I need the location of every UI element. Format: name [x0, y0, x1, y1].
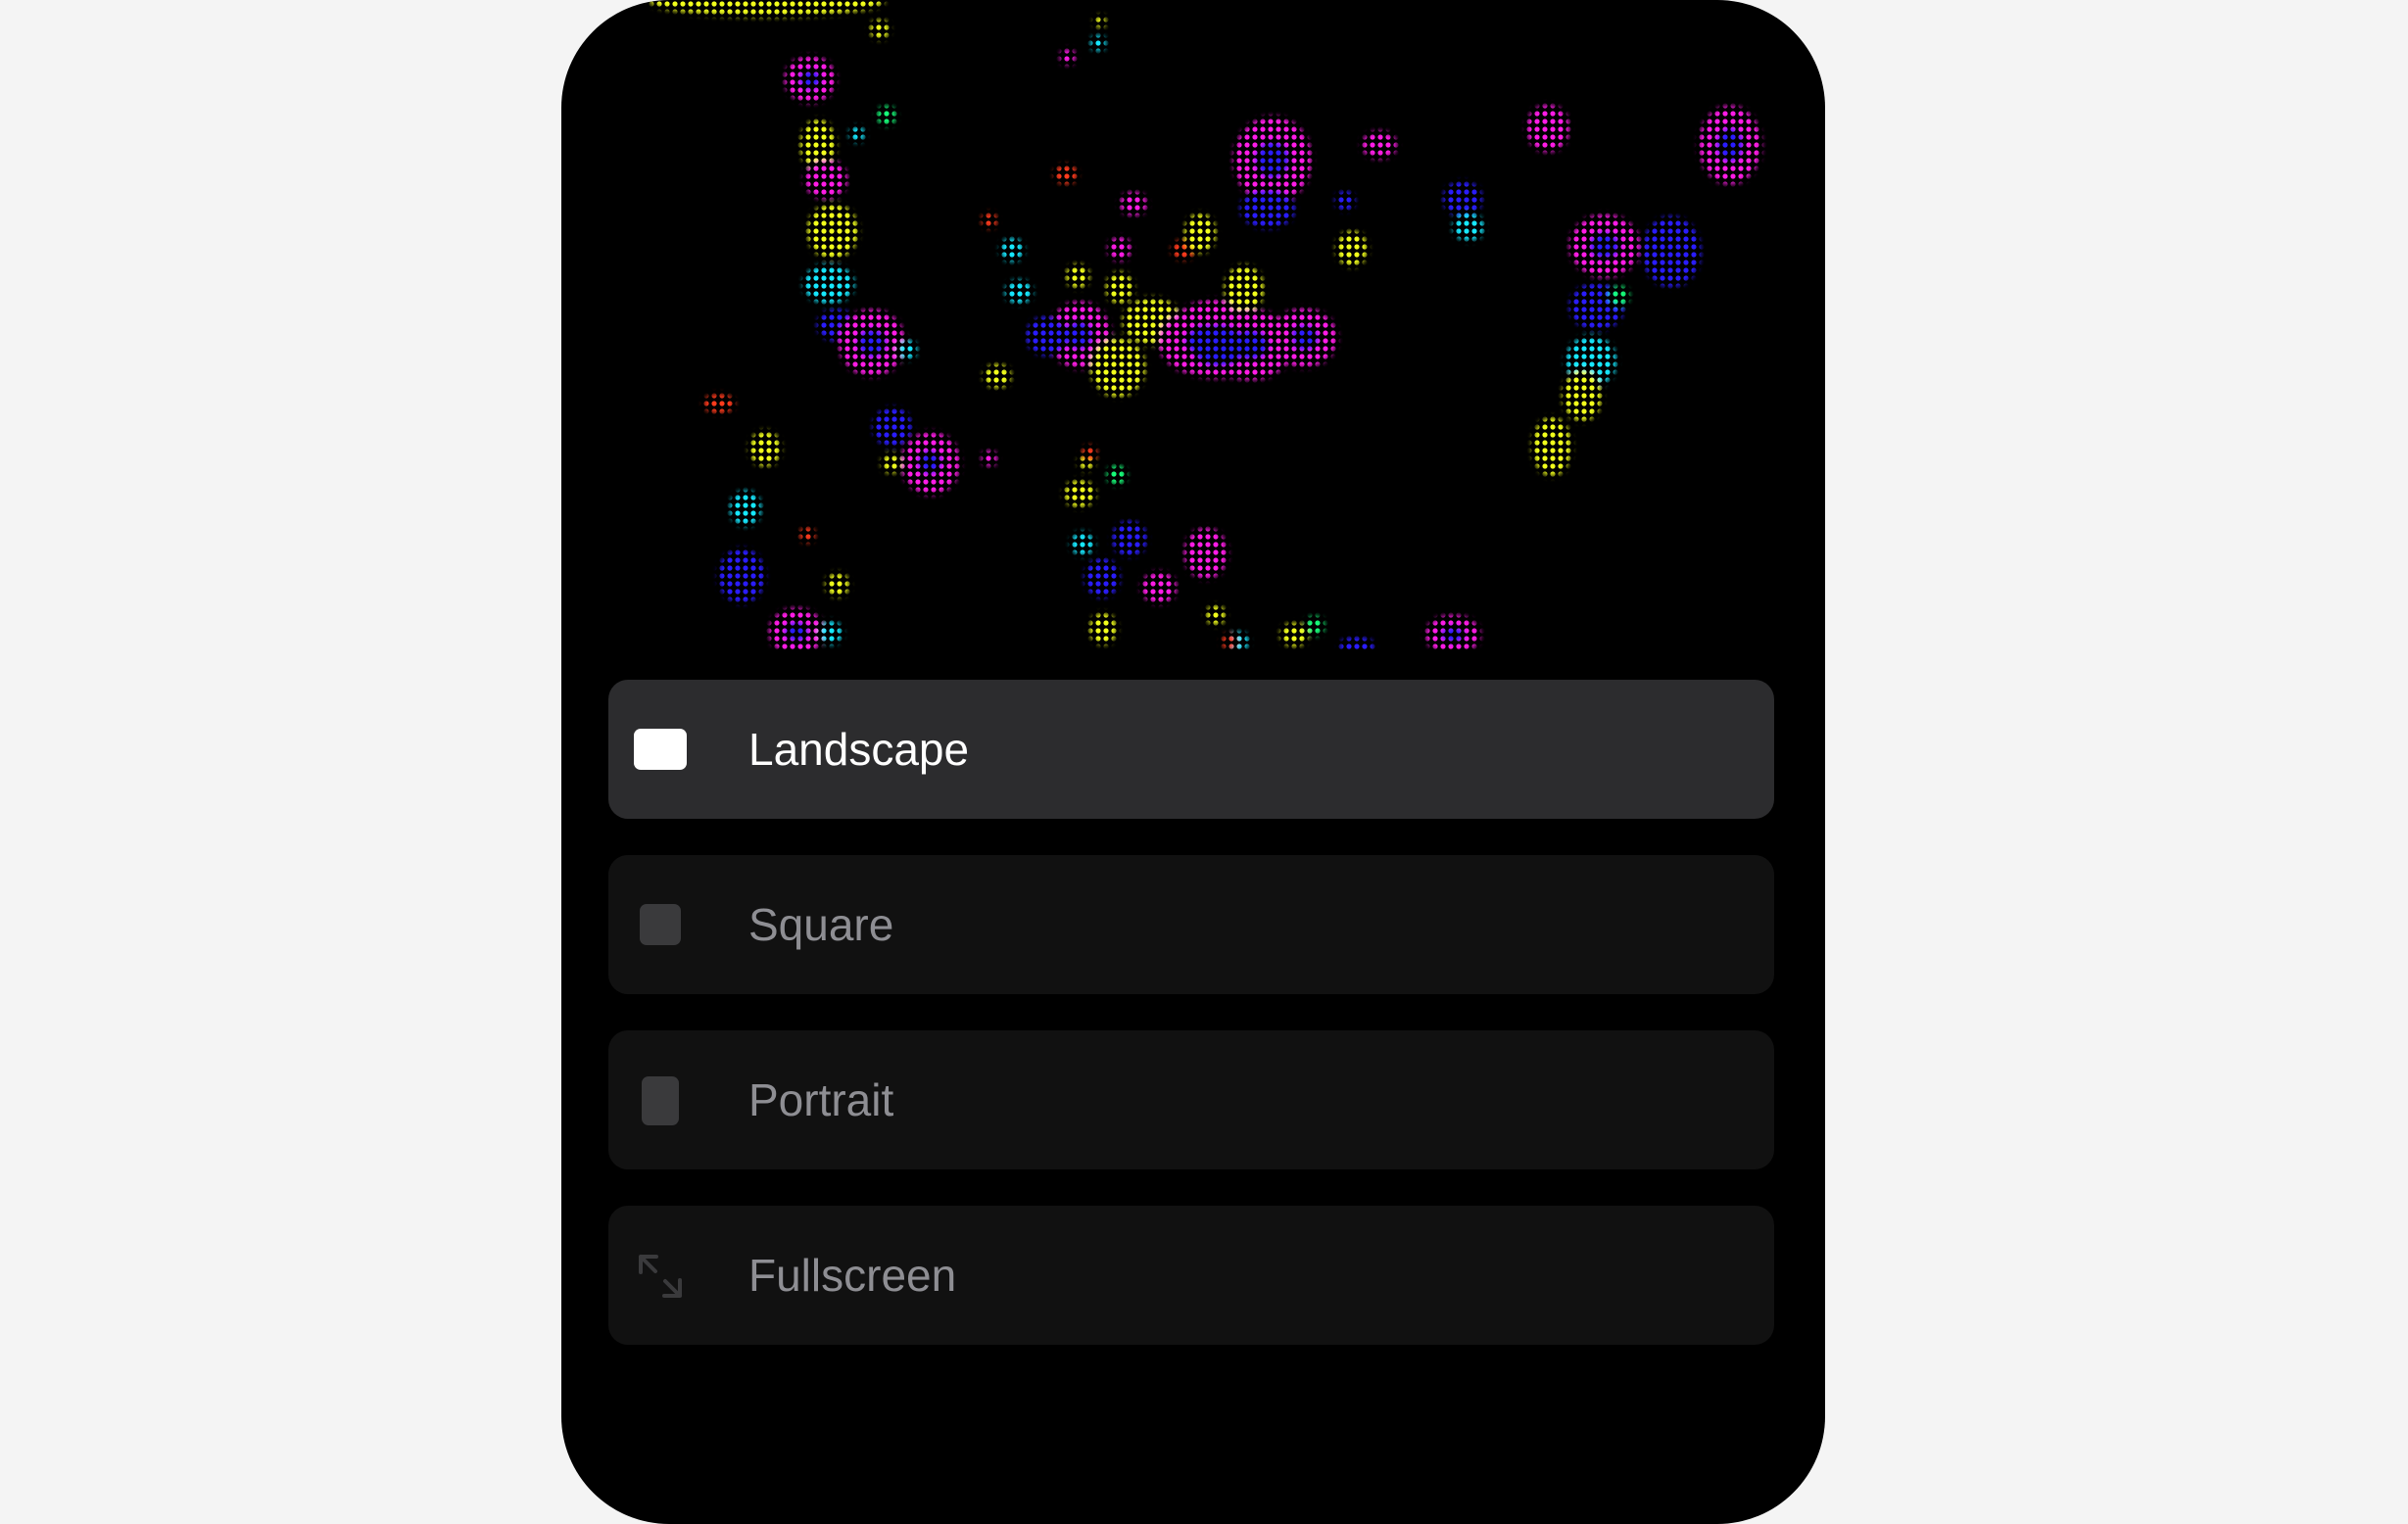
art-blob — [650, 0, 885, 17]
option-label: Portrait — [748, 1074, 894, 1125]
art-blob — [803, 264, 854, 304]
art-blob — [984, 364, 1011, 388]
option-square[interactable]: Square — [608, 855, 1774, 994]
art-blob — [807, 204, 858, 259]
generative-art-canvas — [650, 0, 1761, 650]
art-blob — [1000, 238, 1024, 262]
option-label: Square — [748, 899, 894, 950]
art-blob — [718, 548, 765, 603]
art-blob — [1453, 214, 1484, 241]
art-blob — [1082, 446, 1097, 461]
art-blob — [1191, 324, 1246, 367]
art-preview — [561, 0, 1825, 650]
art-blob — [1060, 49, 1076, 65]
art-blob — [870, 20, 890, 39]
art-blob — [1071, 532, 1094, 555]
art-blob — [982, 451, 997, 466]
art-blob — [897, 340, 917, 359]
art-blob — [873, 407, 912, 447]
option-fullscreen[interactable]: Fullscreen — [608, 1206, 1774, 1345]
fullscreen-icon — [639, 1255, 682, 1298]
art-blob — [703, 394, 735, 413]
art-blob — [1206, 605, 1226, 625]
art-blob — [1225, 265, 1264, 312]
art-blob — [1610, 286, 1629, 306]
art-blob — [849, 126, 865, 142]
art-blob — [1112, 521, 1147, 556]
art-blob — [1090, 338, 1145, 397]
art-blob — [1094, 16, 1106, 27]
art-blob-core — [1588, 231, 1621, 261]
art-blob — [1222, 634, 1237, 649]
art-blob — [1064, 480, 1095, 507]
device-frame: Landscape Square Portrait Fullscreen — [561, 0, 1825, 1524]
art-blob — [1084, 558, 1120, 597]
art-blob — [1184, 214, 1216, 253]
art-blob — [730, 491, 761, 526]
art-blob — [1107, 465, 1127, 485]
art-blob — [1089, 613, 1117, 644]
art-blob-core — [917, 450, 942, 475]
art-blob — [1336, 231, 1368, 266]
art-blob-core — [1440, 626, 1466, 643]
option-label: Fullscreen — [748, 1250, 957, 1301]
art-blob — [1642, 216, 1701, 287]
art-blob — [1526, 105, 1569, 152]
art-blob — [1339, 637, 1374, 650]
art-blob-core — [1288, 324, 1320, 352]
art-blob — [882, 453, 901, 473]
art-blob — [1120, 192, 1147, 215]
option-portrait[interactable]: Portrait — [608, 1030, 1774, 1169]
art-blob — [1563, 370, 1602, 421]
art-blob — [982, 213, 997, 228]
art-blob — [1280, 623, 1308, 646]
art-blob — [1026, 316, 1069, 356]
portrait-icon — [642, 1076, 679, 1125]
art-blob — [1335, 191, 1355, 211]
art-blob — [1240, 189, 1295, 228]
art-blob-core — [1715, 127, 1745, 163]
art-blob — [1141, 572, 1177, 603]
art-blob — [1108, 237, 1132, 261]
art-blob-core — [798, 69, 822, 90]
art-blob — [799, 527, 815, 543]
art-blob — [1106, 272, 1133, 304]
option-landscape[interactable]: Landscape — [608, 680, 1774, 819]
art-blob — [749, 431, 781, 466]
art-blob-core — [1065, 319, 1094, 351]
art-blob — [826, 573, 849, 596]
art-blob — [1184, 528, 1228, 579]
art-blob — [1362, 131, 1397, 159]
art-blob — [1305, 616, 1324, 636]
art-blob — [804, 160, 847, 199]
landscape-icon — [634, 729, 687, 770]
art-blob — [1090, 35, 1106, 51]
art-blob — [877, 106, 896, 125]
art-blob — [1443, 181, 1482, 216]
art-blob — [819, 621, 843, 644]
art-blob-core — [784, 621, 809, 643]
art-blob — [1066, 264, 1089, 288]
art-blob-core — [1255, 140, 1290, 179]
art-blob — [1005, 280, 1033, 304]
art-blob — [1532, 417, 1571, 476]
option-label: Landscape — [748, 724, 970, 775]
art-blob-core — [856, 327, 888, 358]
art-blob — [1054, 165, 1078, 184]
aspect-ratio-options: Landscape Square Portrait Fullscreen — [608, 680, 1774, 1381]
square-icon — [640, 904, 681, 945]
